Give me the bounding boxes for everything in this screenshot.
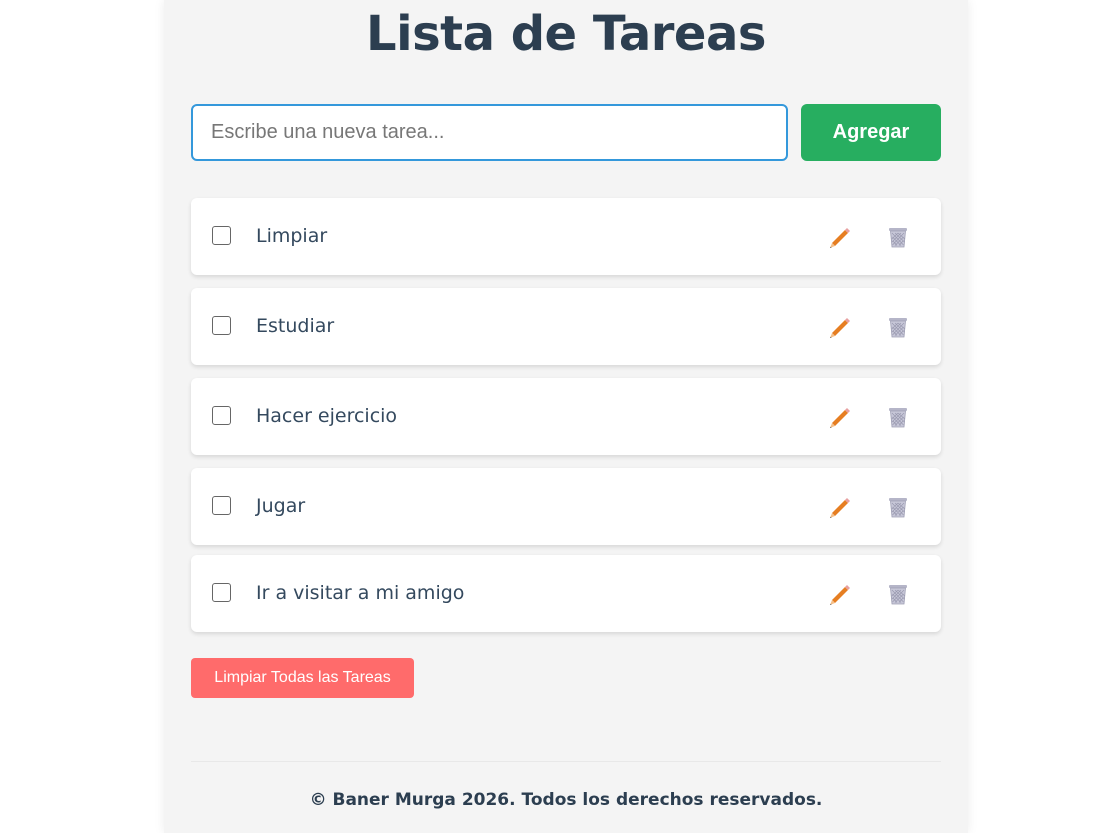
task-checkbox[interactable] [212, 226, 231, 245]
app-container: Lista de Tareas Agregar Limpiar [164, 0, 968, 833]
task-checkbox[interactable] [212, 496, 231, 515]
task-item: Hacer ejercicio [191, 378, 941, 455]
task-text: Estudiar [256, 315, 335, 337]
task-text: Hacer ejercicio [256, 405, 398, 427]
page-title: Lista de Tareas [366, 6, 766, 62]
task-item: Ir a visitar a mi amigo [191, 555, 941, 632]
footer-copyright: © Baner Murga 2026. Todos los derechos r… [309, 790, 823, 810]
task-item: Jugar [191, 468, 941, 545]
wastebasket-icon[interactable] [885, 581, 911, 607]
clear-all-tasks-button[interactable]: Limpiar Todas las Tareas [191, 658, 414, 698]
task-text: Limpiar [256, 225, 328, 247]
task-checkbox[interactable] [212, 316, 231, 335]
pencil-icon[interactable] [827, 494, 853, 520]
pencil-icon[interactable] [827, 581, 853, 607]
pencil-icon[interactable] [827, 314, 853, 340]
task-text: Jugar [256, 495, 306, 517]
task-checkbox[interactable] [212, 583, 231, 602]
add-task-button[interactable]: Agregar [801, 104, 941, 161]
footer-divider [191, 761, 941, 762]
wastebasket-icon[interactable] [885, 224, 911, 250]
pencil-icon[interactable] [827, 404, 853, 430]
task-checkbox[interactable] [212, 406, 231, 425]
pencil-icon[interactable] [827, 224, 853, 250]
add-task-form: Agregar [191, 104, 941, 161]
wastebasket-icon[interactable] [885, 404, 911, 430]
task-list: Limpiar Estudiar Hacer ejercicio Jugar I… [191, 198, 941, 645]
task-text: Ir a visitar a mi amigo [256, 582, 465, 604]
wastebasket-icon[interactable] [885, 314, 911, 340]
task-item: Estudiar [191, 288, 941, 365]
new-task-input[interactable] [191, 104, 788, 161]
wastebasket-icon[interactable] [885, 494, 911, 520]
task-item: Limpiar [191, 198, 941, 275]
